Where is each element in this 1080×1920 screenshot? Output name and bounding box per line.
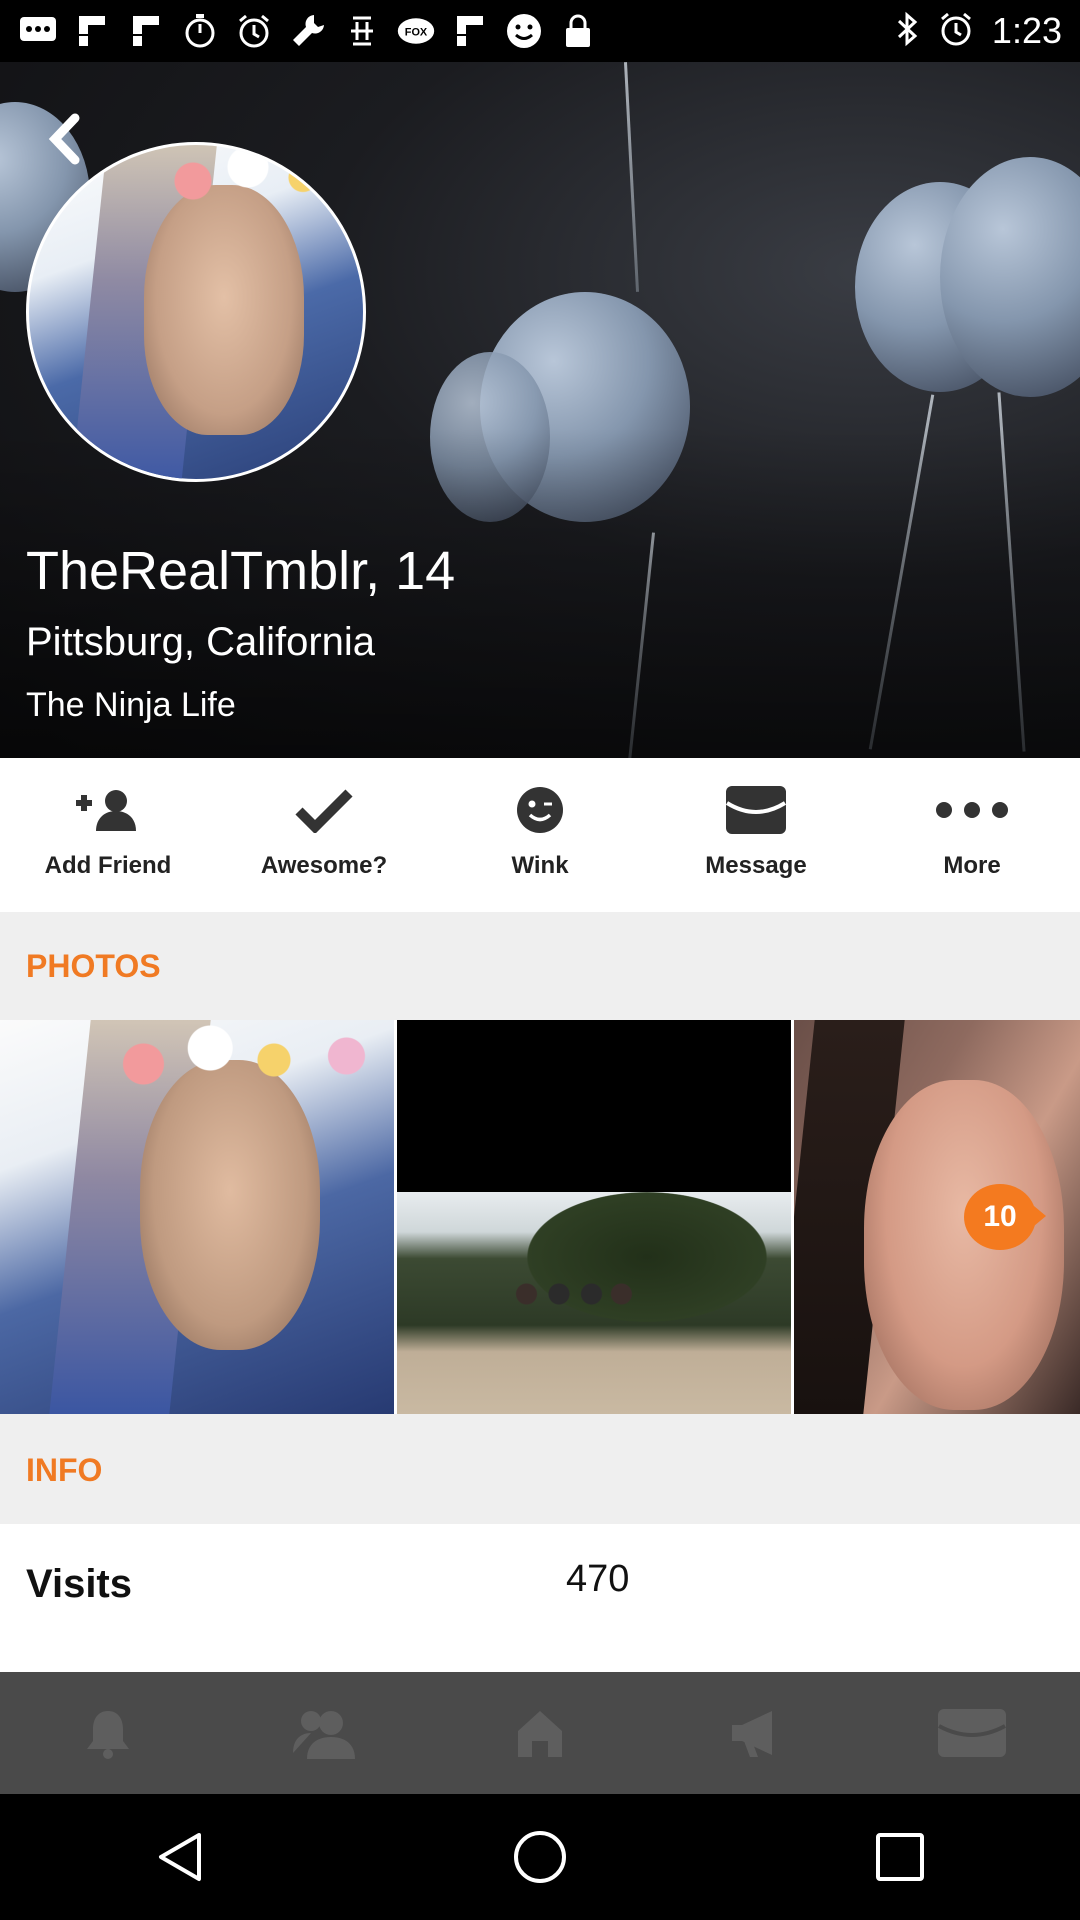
more-icon [934,782,1010,838]
system-nav-bar [0,1794,1080,1920]
photo-flowers [100,1020,390,1096]
friends-icon [293,1711,355,1759]
clock: 1:23 [991,10,1062,51]
photo-face [140,1060,320,1350]
tab-friends[interactable] [216,1672,432,1794]
more-label: More [943,852,1001,879]
flipboard-icon [126,11,166,51]
photos-section-header: PHOTOS [0,912,1080,1020]
more-button[interactable]: More [864,758,1080,912]
photo-count-badge[interactable]: 10 [964,1184,1046,1250]
photo-face [864,1080,1064,1410]
back-icon [159,1833,201,1881]
status-bar: FOX 1:23 [0,0,1080,62]
profile-actions: Add Friend Awesome? Wink Message More [0,758,1080,912]
alarm-icon [234,11,274,51]
back-button[interactable] [40,104,90,174]
profile-cover: TheRealTmblr, 14 Pittsburg, California T… [0,62,1080,758]
flipboard-icon [72,11,112,51]
announcements-icon [732,1711,772,1757]
svg-text:FOX: FOX [405,27,428,39]
photo-people [507,1282,637,1342]
photo-thumbnail[interactable] [397,1020,791,1414]
wink-icon [515,782,565,838]
notifications-icon [87,1711,129,1759]
photo-thumbnail[interactable] [0,1020,394,1414]
profile-location: Pittsburg, California [26,620,376,664]
messaging-icon [18,11,58,51]
info-section-header: INFO [0,1414,1080,1524]
message-button[interactable]: Message [648,758,864,912]
smiley-icon [504,11,544,51]
add-friend-icon [72,782,144,838]
wrench-icon [288,11,328,51]
visits-value: 470 [566,1558,630,1600]
photos-grid [0,1020,1080,1414]
bottom-tab-bar [0,1672,1080,1794]
tab-inbox[interactable] [864,1672,1080,1794]
photo-scene [397,1192,791,1414]
profile-tagline: The Ninja Life [26,686,236,724]
fox-sports-icon: FOX [396,11,436,51]
awesome-button[interactable]: Awesome? [216,758,432,912]
nav-back-button[interactable] [135,1812,225,1902]
message-label: Message [705,852,807,879]
profile-name-age: TheRealTmblr, 14 [26,541,456,601]
lock-icon [558,11,598,51]
nav-recents-button[interactable] [855,1812,945,1902]
notification-icons: FOX [18,11,896,51]
inbox-icon [938,1709,1006,1757]
add-friend-button[interactable]: Add Friend [0,758,216,912]
stopwatch-icon [180,11,220,51]
recents-icon [876,1833,924,1881]
message-icon [725,782,787,838]
flipboard-icon [450,11,490,51]
cover-string [623,62,640,292]
add-friend-label: Add Friend [44,852,172,879]
home-icon [518,1711,562,1757]
home-icon [514,1831,566,1883]
avatar-face [144,185,304,435]
chevron-left-icon [48,113,80,165]
bluetooth-icon [896,11,920,52]
awesome-label: Awesome? [260,852,388,879]
visits-label: Visits [26,1562,132,1606]
info-title: INFO [26,1452,103,1488]
profile-avatar[interactable] [26,142,366,482]
alarm-icon [938,11,974,52]
wink-label: Wink [511,852,569,879]
wink-button[interactable]: Wink [432,758,648,912]
photos-title: PHOTOS [26,948,161,984]
tab-announcements[interactable] [648,1672,864,1794]
checkmark-icon [294,782,354,838]
nav-home-button[interactable] [495,1812,585,1902]
system-status: 1:23 [896,10,1062,52]
unknown-app-icon [342,11,382,51]
tab-home[interactable] [432,1672,648,1794]
tab-notifications[interactable] [0,1672,216,1794]
info-visits-row: Visits 470 [0,1524,1080,1672]
avatar-flowers [149,145,363,209]
